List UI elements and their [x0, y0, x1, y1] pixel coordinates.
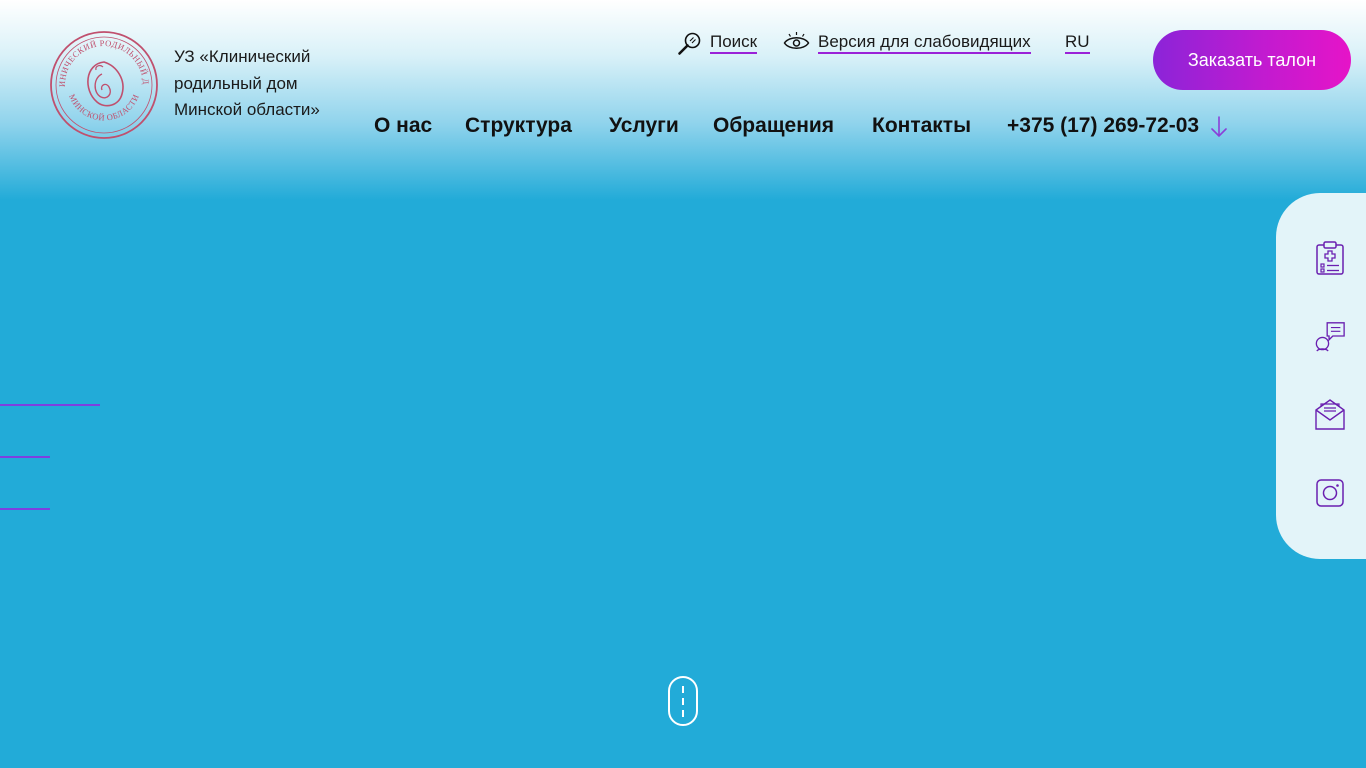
logo[interactable]: КЛИНИЧЕСКИЙ РОДИЛЬНЫЙ ДОМ МИНСКОЙ ОБЛАСТ… — [45, 22, 159, 140]
order-ticket-button[interactable]: Заказать талон — [1153, 30, 1351, 90]
scroll-dash — [682, 686, 684, 693]
organization-name: УЗ «Клинический родильный дом Минской об… — [174, 44, 364, 124]
slider-indicator[interactable] — [0, 508, 50, 510]
chat-person-icon[interactable] — [1314, 318, 1346, 354]
eye-icon — [783, 31, 810, 55]
organization-name-line: Минской области» — [174, 100, 320, 119]
nav-item-contacts[interactable]: Контакты — [872, 112, 971, 140]
clipboard-medical-icon[interactable] — [1314, 240, 1346, 276]
nav-item-structure[interactable]: Структура — [465, 112, 572, 140]
slider-indicator-active[interactable] — [0, 404, 100, 406]
mail-icon[interactable] — [1314, 396, 1346, 432]
search-label: Поиск — [710, 32, 758, 54]
side-quick-panel — [1276, 193, 1366, 559]
nav-item-appeals[interactable]: Обращения — [713, 112, 834, 140]
search-link[interactable]: Поиск — [677, 30, 758, 56]
organization-name-line: родильный дом — [174, 73, 298, 93]
accessibility-link[interactable]: Версия для слабовидящих — [783, 30, 1031, 56]
nav-item-services[interactable]: Услуги — [609, 112, 679, 140]
language-label: RU — [1065, 32, 1090, 54]
nav-item-about[interactable]: О нас — [374, 112, 432, 140]
scroll-mouse-icon[interactable] — [668, 676, 698, 726]
accessibility-label: Версия для слабовидящих — [818, 32, 1031, 54]
language-switch[interactable]: RU — [1065, 30, 1090, 56]
scroll-dash — [682, 698, 684, 705]
phone-number[interactable]: +375 (17) 269-72-03 — [1007, 112, 1199, 140]
search-icon — [677, 31, 702, 56]
arrow-down-icon[interactable] — [1209, 114, 1229, 145]
slider-indicator[interactable] — [0, 456, 50, 458]
logo-emblem-icon: КЛИНИЧЕСКИЙ РОДИЛЬНЫЙ ДОМ МИНСКОЙ ОБЛАСТ… — [45, 22, 158, 139]
svg-text:МИНСКОЙ ОБЛАСТИ: МИНСКОЙ ОБЛАСТИ — [67, 92, 141, 122]
scroll-dash — [682, 710, 684, 717]
organization-name-line: УЗ «Клинический — [174, 47, 311, 66]
instagram-icon[interactable] — [1314, 475, 1346, 511]
